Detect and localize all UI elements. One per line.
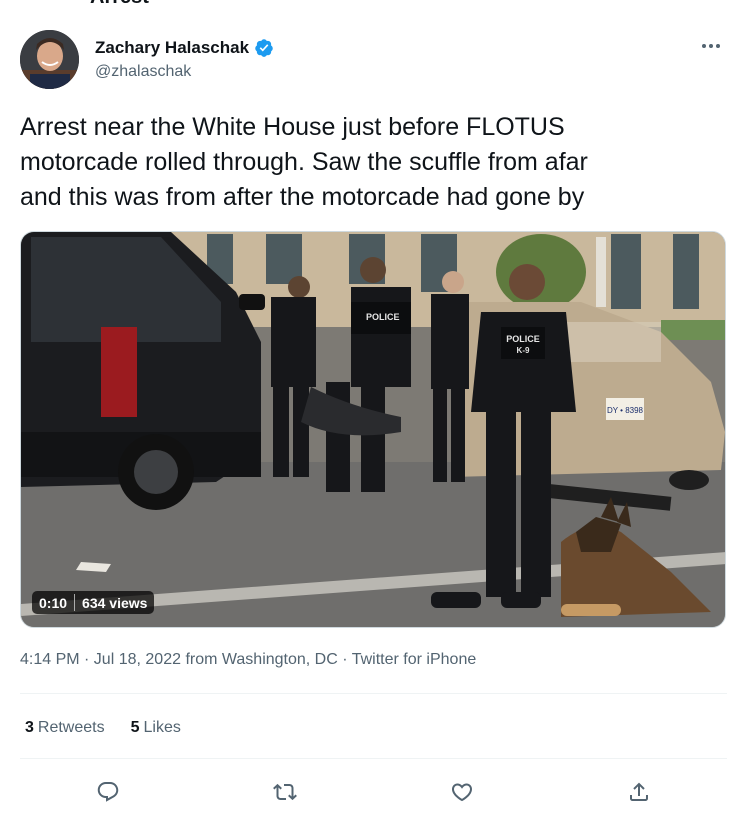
license-plate: DY • 8398	[607, 406, 644, 415]
divider	[20, 758, 727, 759]
reply-icon	[98, 782, 119, 802]
likes-stat[interactable]: 5 Likes	[131, 719, 181, 737]
action-bar	[20, 770, 727, 814]
badge-divider	[74, 594, 76, 611]
video-duration: 0:10	[39, 594, 68, 611]
more-icon[interactable]	[699, 36, 723, 56]
timestamp[interactable]: 4:14 PM · Jul 18, 2022	[20, 651, 181, 668]
engagement-stats: 3 Retweets 5 Likes	[25, 719, 181, 737]
tweet-text-line: and this was from after the motorcade ha…	[20, 183, 585, 211]
like-button[interactable]	[442, 772, 482, 812]
tweet-text: Arrest near the White House just before …	[20, 110, 720, 215]
tweet-metadata: 4:14 PM · Jul 18, 2022 from Washington, …	[20, 651, 476, 669]
avatar[interactable]	[20, 30, 79, 89]
cut-off-header-text: Arrest	[90, 0, 149, 9]
video-frame: DY • 8398 POLICE K-9 POLICE	[21, 232, 725, 627]
retweet-icon	[273, 783, 298, 801]
from-label: from	[185, 651, 218, 668]
location[interactable]: Washington, DC	[222, 651, 338, 668]
video-views: 634 views	[82, 594, 148, 611]
video-player[interactable]: DY • 8398 POLICE K-9 POLICE 0:10 634 vie…	[20, 231, 726, 628]
verified-badge-icon	[255, 39, 273, 57]
meta-separator: ·	[342, 651, 348, 668]
retweet-button[interactable]	[265, 772, 305, 812]
like-icon	[451, 783, 472, 802]
avatar-image	[20, 30, 79, 89]
tweet-header: Zachary Halaschak @zhalaschak	[20, 30, 727, 92]
share-icon	[629, 782, 648, 801]
share-button[interactable]	[619, 772, 659, 812]
divider	[20, 693, 727, 694]
reply-button[interactable]	[88, 772, 128, 812]
author-handle[interactable]: @zhalaschak	[95, 63, 191, 81]
vest-label: POLICE	[366, 312, 400, 322]
video-stats-badge: 0:10 634 views	[32, 591, 155, 614]
retweets-stat[interactable]: 3 Retweets	[25, 719, 105, 737]
tweet-text-line: Arrest near the White House just before …	[20, 113, 565, 141]
vest-sub-label: K-9	[517, 346, 530, 355]
source-app[interactable]: Twitter for iPhone	[352, 651, 477, 668]
vest-label-k9: POLICE	[506, 334, 540, 344]
tweet-text-line: motorcade rolled through. Saw the scuffl…	[20, 148, 588, 176]
author-name[interactable]: Zachary Halaschak	[95, 38, 249, 58]
